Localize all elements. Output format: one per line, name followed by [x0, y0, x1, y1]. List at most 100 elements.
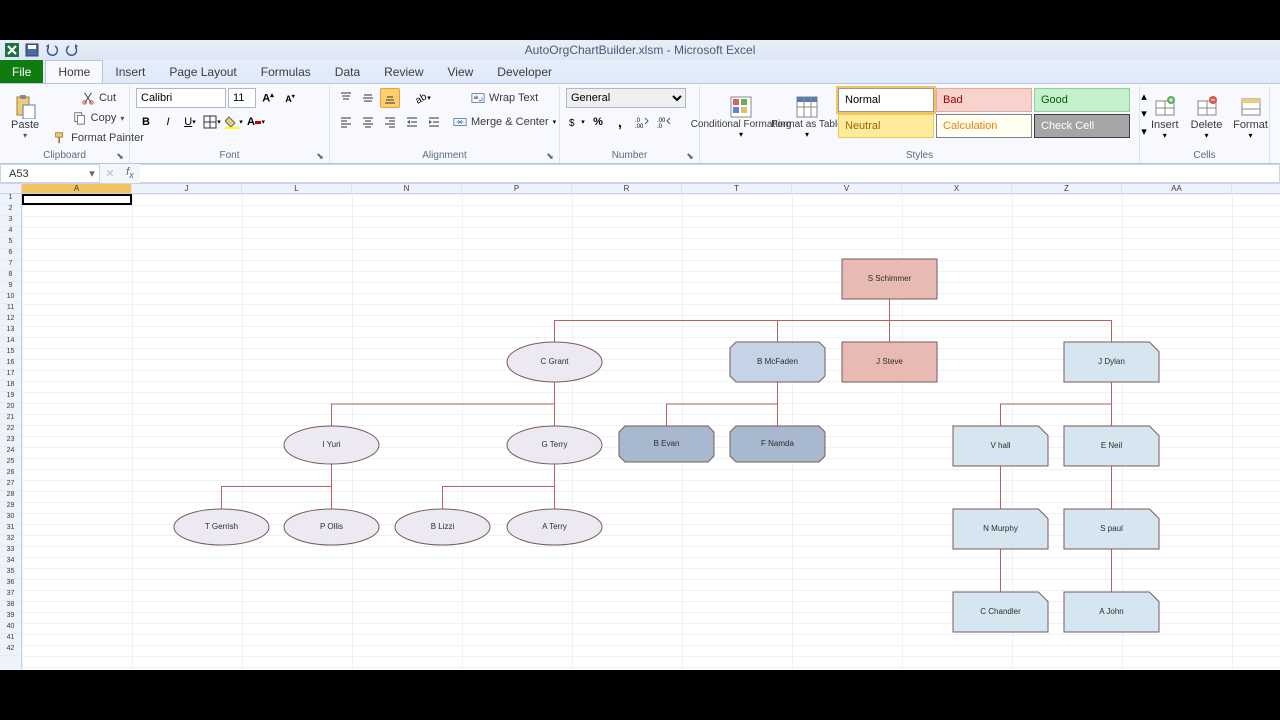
row-header[interactable]: 21	[0, 414, 21, 425]
cell-style-good[interactable]: Good	[1034, 88, 1130, 112]
column-header[interactable]: V	[792, 184, 902, 193]
tab-home[interactable]: Home	[45, 60, 103, 83]
row-header[interactable]: 14	[0, 337, 21, 348]
borders-button[interactable]: ▾	[202, 112, 222, 132]
row-header[interactable]: 34	[0, 557, 21, 568]
name-box-dropdown-icon[interactable]: ▾	[85, 167, 99, 180]
number-launcher-icon[interactable]: ⬊	[685, 151, 695, 161]
row-header[interactable]: 4	[0, 227, 21, 238]
row-header[interactable]: 28	[0, 491, 21, 502]
row-header[interactable]: 25	[0, 458, 21, 469]
column-header[interactable]: AA	[1122, 184, 1232, 193]
percent-format-button[interactable]: %	[588, 112, 608, 132]
tab-formulas[interactable]: Formulas	[249, 60, 323, 83]
row-header[interactable]: 32	[0, 535, 21, 546]
column-header[interactable]: J	[132, 184, 242, 193]
row-header[interactable]: 23	[0, 436, 21, 447]
conditional-formatting-button[interactable]: Conditional Formatting▾	[706, 88, 776, 146]
save-icon[interactable]	[24, 42, 40, 58]
indent-decrease-button[interactable]	[402, 112, 422, 132]
row-header[interactable]: 38	[0, 601, 21, 612]
tab-data[interactable]: Data	[323, 60, 372, 83]
orientation-button[interactable]: ab▾	[412, 88, 432, 108]
cancel-icon[interactable]: ✕	[100, 164, 120, 183]
cell-style-bad[interactable]: Bad	[936, 88, 1032, 112]
tab-file[interactable]: File	[0, 60, 43, 83]
column-header[interactable]: X	[902, 184, 1012, 193]
row-header[interactable]: 15	[0, 348, 21, 359]
grow-font-button[interactable]: A▴	[258, 88, 278, 108]
format-as-table-button[interactable]: Format as Table▾	[780, 88, 834, 146]
row-header[interactable]: 31	[0, 524, 21, 535]
row-header[interactable]: 18	[0, 381, 21, 392]
format-cells-button[interactable]: Format▾	[1230, 88, 1272, 146]
row-header[interactable]: 16	[0, 359, 21, 370]
formula-input[interactable]	[140, 164, 1280, 183]
row-header[interactable]: 19	[0, 392, 21, 403]
delete-cells-button[interactable]: Delete▾	[1188, 88, 1226, 146]
tab-insert[interactable]: Insert	[103, 60, 157, 83]
increase-decimal-button[interactable]: .0.00	[632, 112, 652, 132]
row-header[interactable]: 24	[0, 447, 21, 458]
row-header[interactable]: 5	[0, 238, 21, 249]
tab-page-layout[interactable]: Page Layout	[157, 60, 248, 83]
cell-style-normal[interactable]: Normal	[838, 88, 934, 112]
clipboard-launcher-icon[interactable]: ⬊	[115, 151, 125, 161]
font-size-input[interactable]	[228, 88, 256, 108]
alignment-launcher-icon[interactable]: ⬊	[545, 151, 555, 161]
row-header[interactable]: 27	[0, 480, 21, 491]
align-right-button[interactable]	[380, 112, 400, 132]
row-header[interactable]: 33	[0, 546, 21, 557]
row-header[interactable]: 41	[0, 634, 21, 645]
row-header[interactable]: 1	[0, 194, 21, 205]
column-header[interactable]: L	[242, 184, 352, 193]
tab-review[interactable]: Review	[372, 60, 435, 83]
row-header[interactable]: 13	[0, 326, 21, 337]
paste-button[interactable]: Paste ▾	[6, 88, 44, 146]
number-format-select[interactable]: General	[566, 88, 686, 108]
row-header[interactable]: 20	[0, 403, 21, 414]
row-header[interactable]: 8	[0, 271, 21, 282]
merge-center-button[interactable]: Merge & Center▾	[448, 112, 561, 132]
italic-button[interactable]: I	[158, 112, 178, 132]
column-header[interactable]: R	[572, 184, 682, 193]
row-header[interactable]: 17	[0, 370, 21, 381]
row-header[interactable]: 29	[0, 502, 21, 513]
undo-icon[interactable]	[44, 42, 60, 58]
row-header[interactable]: 30	[0, 513, 21, 524]
column-header[interactable]: T	[682, 184, 792, 193]
row-header[interactable]: 22	[0, 425, 21, 436]
cell-style-check-cell[interactable]: Check Cell	[1034, 114, 1130, 138]
row-header[interactable]: 26	[0, 469, 21, 480]
underline-button[interactable]: U▾	[180, 112, 200, 132]
indent-increase-button[interactable]	[424, 112, 444, 132]
row-header[interactable]: 39	[0, 612, 21, 623]
decrease-decimal-button[interactable]: .00.0	[654, 112, 674, 132]
accounting-format-button[interactable]: $▾	[566, 112, 586, 132]
column-header[interactable]: P	[462, 184, 572, 193]
column-header[interactable]: N	[352, 184, 462, 193]
comma-format-button[interactable]: ,	[610, 112, 630, 132]
row-header[interactable]: 10	[0, 293, 21, 304]
fill-color-button[interactable]: ▾	[224, 112, 244, 132]
select-all-corner[interactable]	[0, 184, 22, 193]
column-header[interactable]: A	[22, 184, 132, 193]
align-center-button[interactable]	[358, 112, 378, 132]
column-header[interactable]: Z	[1012, 184, 1122, 193]
font-color-button[interactable]: A▾	[246, 112, 266, 132]
row-header[interactable]: 40	[0, 623, 21, 634]
redo-icon[interactable]	[64, 42, 80, 58]
row-header[interactable]: 9	[0, 282, 21, 293]
row-header[interactable]: 36	[0, 579, 21, 590]
cell-style-calculation[interactable]: Calculation	[936, 114, 1032, 138]
row-header[interactable]: 42	[0, 645, 21, 656]
row-header[interactable]: 3	[0, 216, 21, 227]
row-header[interactable]: 11	[0, 304, 21, 315]
fx-icon[interactable]: fx	[120, 164, 140, 183]
align-bottom-button[interactable]	[380, 88, 400, 108]
worksheet-canvas[interactable]: S SchimmerC GrantB McFadenJ SteveJ Dylan…	[22, 194, 1280, 674]
shrink-font-button[interactable]: A▾	[280, 88, 300, 108]
row-header[interactable]: 12	[0, 315, 21, 326]
row-header[interactable]: 6	[0, 249, 21, 260]
font-name-input[interactable]	[136, 88, 226, 108]
